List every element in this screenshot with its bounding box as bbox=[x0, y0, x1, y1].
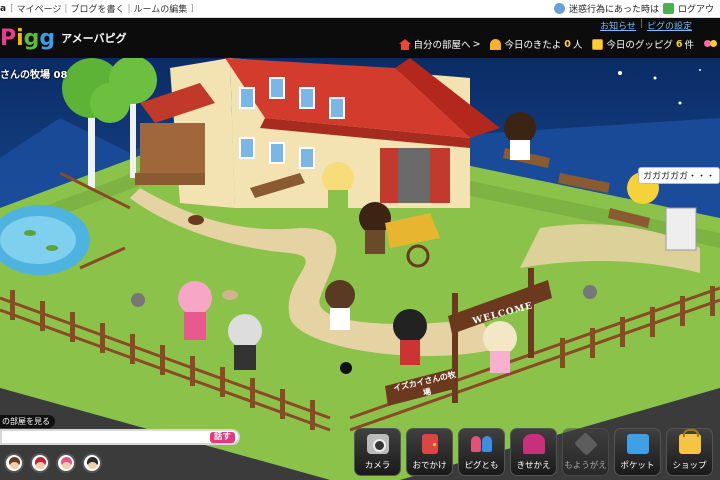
top-link-bar: a [ マイページ | ブログを書く | ルームの編集 ] 迷惑行為にあった時は… bbox=[0, 0, 720, 18]
gupigu-counter[interactable]: 今日のグッピグ 6 件 bbox=[592, 37, 694, 51]
top-right-actions: 迷惑行為にあった時は ログアウ bbox=[553, 2, 714, 15]
door-icon bbox=[422, 434, 438, 454]
room-decor-button[interactable]: もようがえ bbox=[562, 428, 609, 476]
bell-icon bbox=[490, 38, 502, 50]
logout-icon bbox=[662, 3, 674, 14]
app-header: P i g g アメーバピグ お知らせ | ピグの設定 自分の部屋へ > 今日の… bbox=[0, 18, 720, 58]
farm-illustration bbox=[0, 58, 720, 480]
barn bbox=[135, 58, 500, 208]
game-scene[interactable]: さんの牧場 08 ガガガガガ・・・ WELCOME イズカイさんの牧場 bbox=[0, 58, 720, 480]
link-news[interactable]: お知らせ bbox=[600, 19, 636, 32]
room-title: さんの牧場 08 bbox=[0, 70, 68, 81]
report-icon bbox=[553, 3, 565, 14]
group-icon[interactable] bbox=[704, 39, 718, 50]
house-icon bbox=[398, 38, 411, 50]
link-write-blog[interactable]: ブログを書く bbox=[70, 2, 124, 15]
gupigu-icon bbox=[592, 38, 604, 50]
talk-button[interactable]: 話す bbox=[209, 432, 235, 443]
see-room-button[interactable]: の部屋を見る bbox=[0, 415, 55, 428]
header-links: お知らせ | ピグの設定 bbox=[600, 19, 692, 32]
dressup-button[interactable]: きせかえ bbox=[510, 428, 557, 476]
chat-bar: 話す bbox=[0, 429, 240, 445]
shop-button[interactable]: ショップ bbox=[666, 428, 713, 476]
logo-subtitle: アメーバピグ bbox=[61, 32, 127, 45]
speech-bubble: ガガガガガ・・・ bbox=[638, 167, 720, 184]
visitors-count: 0 bbox=[564, 38, 571, 50]
room-decor-icon bbox=[574, 432, 598, 456]
visitors-counter[interactable]: 今日のきたよ 0 人 bbox=[490, 37, 582, 51]
report-link[interactable]: 迷惑行為にあった時は bbox=[569, 2, 659, 15]
link-room-edit[interactable]: ルームの編集 bbox=[134, 2, 188, 15]
avatar[interactable] bbox=[30, 453, 50, 473]
my-room-button[interactable]: 自分の部屋へ > bbox=[398, 37, 480, 51]
header-stats: 自分の部屋へ > 今日のきたよ 0 人 今日のグッピグ 6 件 bbox=[398, 37, 720, 51]
friends-button[interactable]: ピグとも bbox=[458, 428, 505, 476]
avatar[interactable] bbox=[82, 453, 102, 473]
link-pigg-settings[interactable]: ピグの設定 bbox=[647, 19, 692, 32]
brand-mark: a bbox=[0, 3, 7, 14]
pocket-button[interactable]: ポケット bbox=[614, 428, 661, 476]
avatar[interactable] bbox=[4, 453, 24, 473]
outing-button[interactable]: おでかけ bbox=[406, 428, 453, 476]
camera-button[interactable]: カメラ bbox=[354, 428, 401, 476]
pigg-logo[interactable]: P i g g アメーバピグ bbox=[0, 24, 127, 52]
recent-avatars bbox=[4, 453, 102, 473]
logout-link[interactable]: ログアウ bbox=[678, 2, 714, 15]
friends-icon bbox=[471, 434, 493, 454]
pocket-icon bbox=[627, 434, 649, 454]
link-mypage[interactable]: マイページ bbox=[17, 2, 62, 15]
chat-input[interactable] bbox=[4, 432, 204, 443]
avatar[interactable] bbox=[56, 453, 76, 473]
shop-icon bbox=[679, 429, 701, 454]
action-toolbar: カメラ おでかけ ピグとも きせかえ もようがえ ポケット ショップ bbox=[354, 428, 713, 476]
camera-icon bbox=[367, 434, 389, 454]
gupigu-count: 6 bbox=[675, 38, 683, 50]
dressup-icon bbox=[523, 434, 545, 454]
